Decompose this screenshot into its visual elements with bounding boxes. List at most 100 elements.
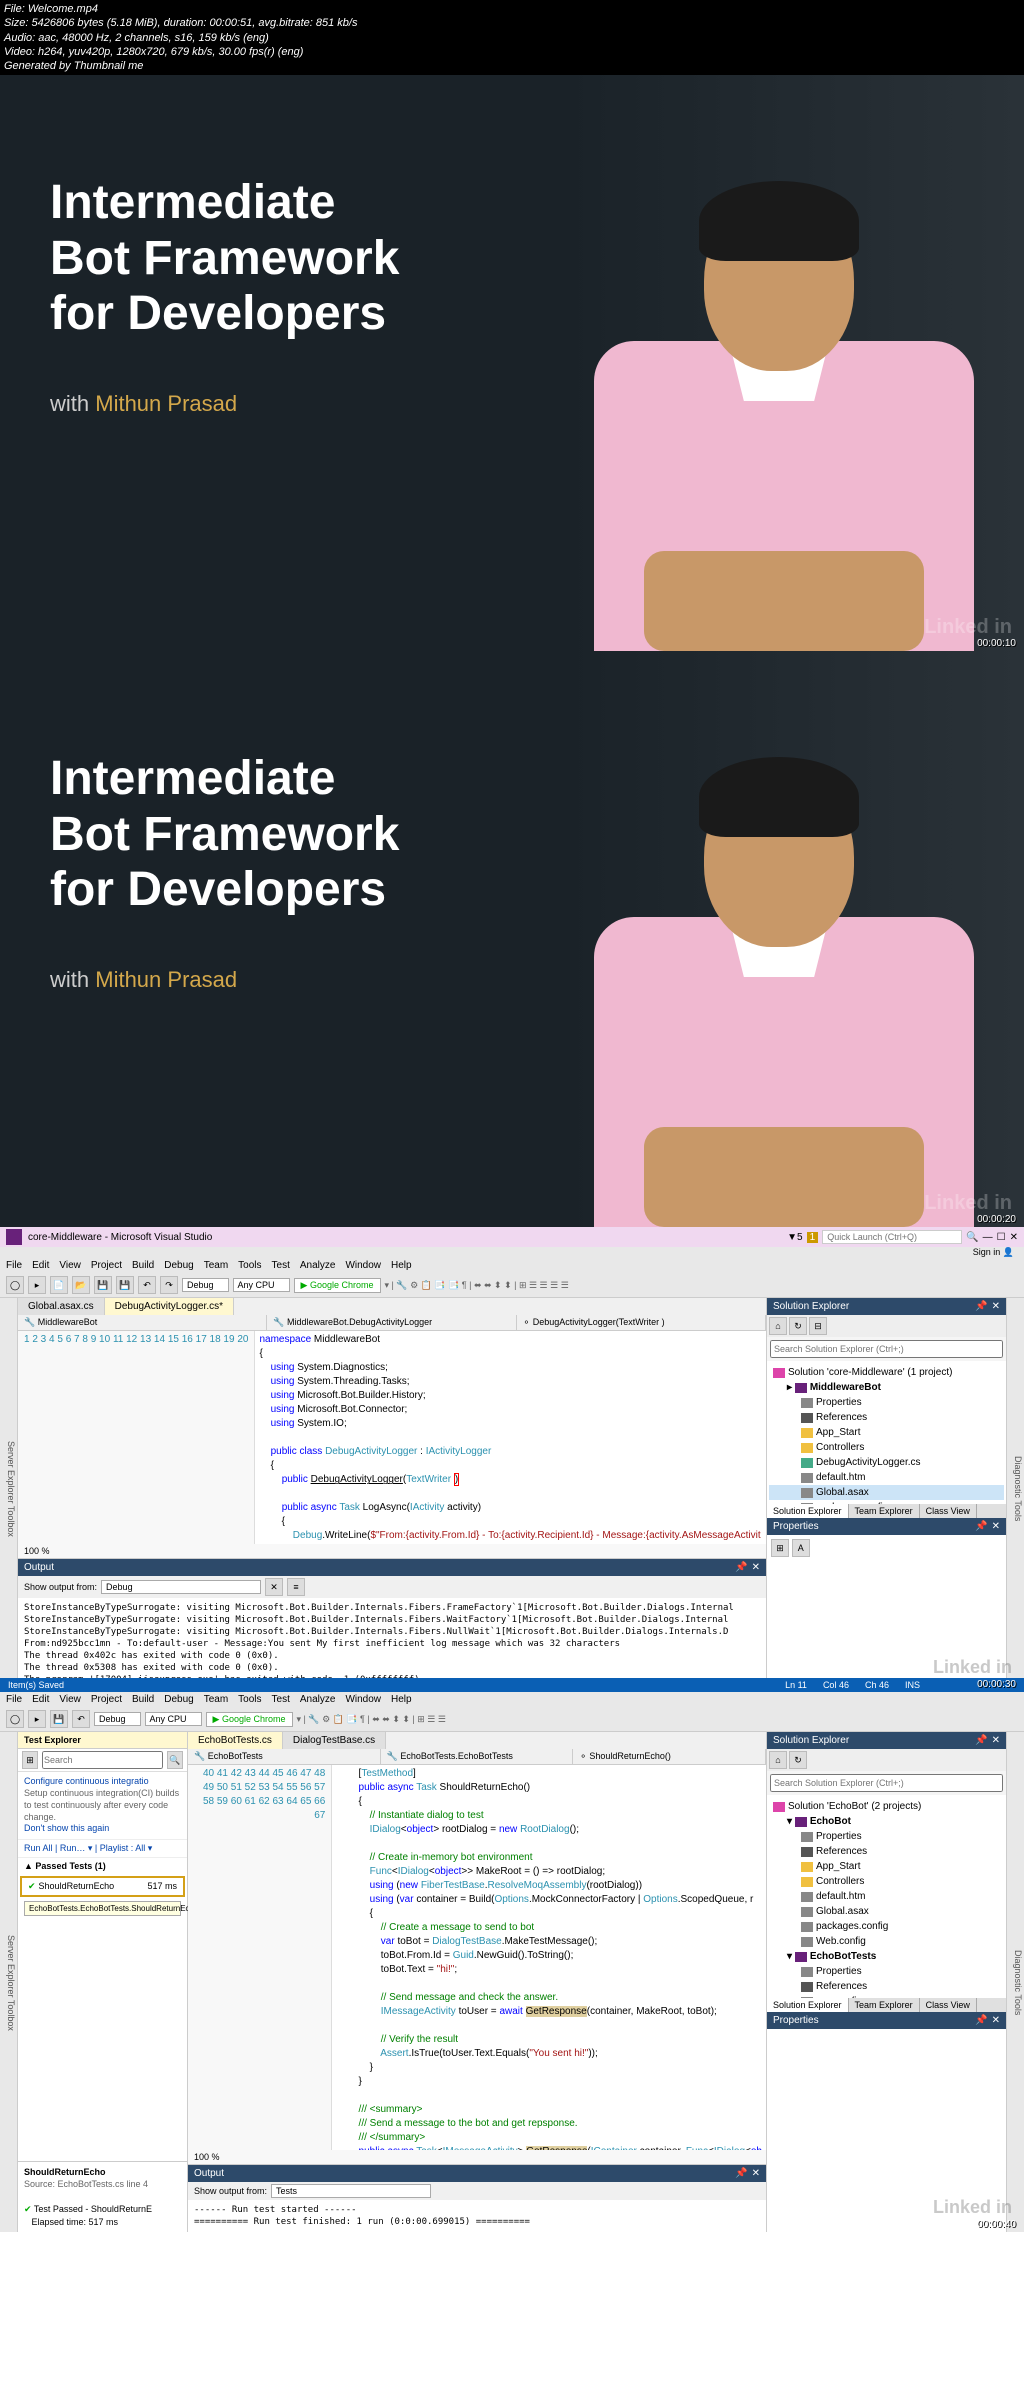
menu-test[interactable]: Test	[272, 1694, 290, 1705]
pin-icon[interactable]: 📌	[735, 2168, 747, 2179]
menu-test[interactable]: Test	[272, 1260, 290, 1271]
left-rail[interactable]: Server Explorer Toolbox	[0, 1298, 18, 1678]
run-button[interactable]: ▶ Google Chrome	[294, 1278, 381, 1293]
menu-tools[interactable]: Tools	[238, 1694, 261, 1705]
menu-build[interactable]: Build	[132, 1694, 154, 1705]
redo-icon[interactable]: ↷	[160, 1276, 178, 1294]
menu-view[interactable]: View	[59, 1694, 81, 1705]
close-icon[interactable]: ✕	[992, 1521, 1000, 1532]
user-icon[interactable]: 👤	[1003, 1247, 1014, 1258]
bc-type[interactable]: 🔧 EchoBotTests.EchoBotTests	[381, 1749, 574, 1764]
close-icon[interactable]: ✕	[992, 2015, 1000, 2026]
code-editor[interactable]: 1 2 3 4 5 6 7 8 9 10 11 12 13 14 15 16 1…	[18, 1331, 766, 1544]
menu-window[interactable]: Window	[345, 1694, 381, 1705]
menu-edit[interactable]: Edit	[32, 1260, 49, 1271]
close-icon[interactable]: ✕	[992, 1735, 1000, 1746]
output-text[interactable]: ------ Run test started ------ =========…	[188, 2200, 766, 2232]
save-icon[interactable]: 💾	[94, 1276, 112, 1294]
menu-debug[interactable]: Debug	[164, 1694, 193, 1705]
bc-member[interactable]: ⚬ ShouldReturnEcho()	[573, 1749, 766, 1764]
tab-dialog-testbase[interactable]: DialogTestBase.cs	[283, 1732, 386, 1749]
menu-debug[interactable]: Debug	[164, 1260, 193, 1271]
vs-mode-icon[interactable]: ▼5	[787, 1232, 802, 1243]
signin-link[interactable]: Sign in	[973, 1247, 1001, 1258]
se-search-input[interactable]	[770, 1774, 1003, 1792]
se-tab-se[interactable]: Solution Explorer	[767, 1504, 849, 1518]
se-refresh-icon[interactable]: ↻	[789, 1317, 807, 1335]
menu-window[interactable]: Window	[345, 1260, 381, 1271]
te-group-icon[interactable]: ⊞	[22, 1751, 38, 1769]
clear-icon[interactable]: ✕	[265, 1578, 283, 1596]
zoom-level[interactable]: 100 %	[188, 2150, 766, 2164]
menu-team[interactable]: Team	[204, 1694, 228, 1705]
left-rail[interactable]: Server Explorer Toolbox	[0, 1732, 18, 2232]
nav-fwd-icon[interactable]: ▸	[28, 1710, 46, 1728]
menu-file[interactable]: File	[6, 1694, 22, 1705]
platform-dropdown[interactable]: Any CPU	[233, 1278, 290, 1292]
menu-edit[interactable]: Edit	[32, 1694, 49, 1705]
test-result-row[interactable]: ✔ShouldReturnEcho 517 ms	[20, 1876, 185, 1897]
menu-build[interactable]: Build	[132, 1260, 154, 1271]
props-cat-icon[interactable]: ⊞	[771, 1539, 789, 1557]
se-tab-class[interactable]: Class View	[920, 1998, 977, 2012]
se-search-input[interactable]	[770, 1340, 1003, 1358]
zoom-level[interactable]: 100 %	[18, 1544, 766, 1558]
menu-team[interactable]: Team	[204, 1260, 228, 1271]
se-home-icon[interactable]: ⌂	[769, 1751, 787, 1769]
nav-back-icon[interactable]: ◯	[6, 1710, 24, 1728]
output-text[interactable]: StoreInstanceByTypeSurrogate: visiting M…	[18, 1598, 766, 1678]
config-dropdown[interactable]: Debug	[94, 1712, 141, 1726]
ci-dismiss-link[interactable]: Don't show this again	[24, 1823, 109, 1833]
save-icon[interactable]: 💾	[50, 1710, 68, 1728]
pin-icon[interactable]: 📌	[975, 1301, 987, 1312]
search-icon[interactable]: 🔍	[966, 1232, 978, 1243]
tab-debug-activity-logger[interactable]: DebugActivityLogger.cs*	[105, 1298, 234, 1315]
se-tab-team[interactable]: Team Explorer	[849, 1504, 920, 1518]
menu-analyze[interactable]: Analyze	[300, 1694, 336, 1705]
solution-tree[interactable]: Solution 'EchoBot' (2 projects) ▾ EchoBo…	[767, 1795, 1006, 1998]
output-source-dropdown[interactable]: Tests	[271, 2184, 431, 2198]
passed-tests-group[interactable]: ▲ Passed Tests (1)	[18, 1858, 187, 1874]
window-close-icon[interactable]: ✕	[1010, 1232, 1018, 1243]
nav-back-icon[interactable]: ◯	[6, 1276, 24, 1294]
output-source-dropdown[interactable]: Debug	[101, 1580, 261, 1594]
undo-icon[interactable]: ↶	[72, 1710, 90, 1728]
pin-icon[interactable]: 📌	[975, 1735, 987, 1746]
se-tab-class[interactable]: Class View	[920, 1504, 977, 1518]
pin-icon[interactable]: 📌	[975, 2015, 987, 2026]
se-tab-se[interactable]: Solution Explorer	[767, 1998, 849, 2012]
window-maximize-icon[interactable]: ☐	[997, 1232, 1006, 1243]
menu-help[interactable]: Help	[391, 1694, 412, 1705]
menu-file[interactable]: File	[6, 1260, 22, 1271]
menu-analyze[interactable]: Analyze	[300, 1260, 336, 1271]
bc-member[interactable]: ⚬ DebugActivityLogger(TextWriter )	[517, 1315, 766, 1330]
menu-help[interactable]: Help	[391, 1260, 412, 1271]
bc-project[interactable]: 🔧 EchoBotTests	[188, 1749, 381, 1764]
close-icon[interactable]: ✕	[752, 1562, 760, 1573]
se-refresh-icon[interactable]: ↻	[789, 1751, 807, 1769]
pin-icon[interactable]: 📌	[735, 1562, 747, 1573]
solution-tree[interactable]: Solution 'core-Middleware' (1 project) ▸…	[767, 1361, 1006, 1504]
se-collapse-icon[interactable]: ⊟	[809, 1317, 827, 1335]
te-run-links[interactable]: Run All | Run… ▾ | Playlist : All ▾	[18, 1840, 187, 1858]
undo-icon[interactable]: ↶	[138, 1276, 156, 1294]
close-icon[interactable]: ✕	[752, 2168, 760, 2179]
tab-global-asax[interactable]: Global.asax.cs	[18, 1298, 105, 1315]
bc-type[interactable]: 🔧 MiddlewareBot.DebugActivityLogger	[267, 1315, 516, 1330]
search-icon[interactable]: 🔍	[167, 1751, 183, 1769]
tab-echobot-tests[interactable]: EchoBotTests.cs	[188, 1732, 283, 1749]
props-az-icon[interactable]: A	[792, 1539, 810, 1557]
menu-view[interactable]: View	[59, 1260, 81, 1271]
notification-badge[interactable]: 1	[807, 1232, 819, 1243]
pin-icon[interactable]: 📌	[975, 1521, 987, 1532]
word-wrap-icon[interactable]: ≡	[287, 1578, 305, 1596]
code-content[interactable]: namespace MiddlewareBot { using System.D…	[255, 1331, 764, 1544]
ci-title[interactable]: Configure continuous integratio	[24, 1776, 149, 1786]
se-home-icon[interactable]: ⌂	[769, 1317, 787, 1335]
se-tab-team[interactable]: Team Explorer	[849, 1998, 920, 2012]
te-search-input[interactable]	[42, 1751, 163, 1769]
menu-project[interactable]: Project	[91, 1694, 122, 1705]
quick-launch-input[interactable]	[822, 1230, 962, 1244]
config-dropdown[interactable]: Debug	[182, 1278, 229, 1292]
right-rail[interactable]: Diagnostic Tools	[1006, 1298, 1024, 1678]
